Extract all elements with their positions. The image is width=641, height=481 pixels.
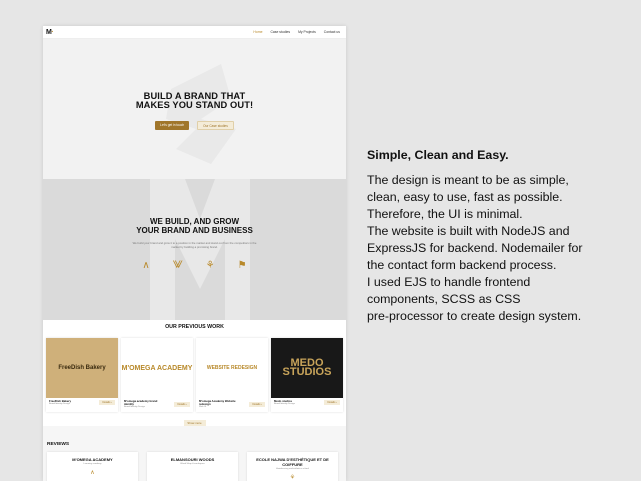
project-card[interactable]: M'OMEGA ACADEMY M'omega academy brand id…	[121, 338, 193, 412]
card-sub: Brand Identity Design	[49, 402, 70, 405]
reviews-title: REVIEWS	[47, 442, 70, 447]
card-sub: Web UI	[199, 405, 207, 408]
logo-accent: ·	[51, 28, 54, 36]
nav-my-projects[interactable]: My Projects	[298, 30, 316, 34]
review-card[interactable]: ECOLE NAJWA D'ESTHÉTIQUE ET DE COIFFURE …	[247, 452, 338, 481]
card-text: FreeDish Bakery Brand Identity Design	[49, 399, 93, 406]
web-icon: ⚘	[205, 260, 215, 271]
review-card[interactable]: M'OMEGA ACADEMY Learning academy ∧	[47, 452, 138, 481]
description-line: Therefore, the UI is minimal.	[367, 207, 523, 221]
project-thumbnail: MEDO STUDIOS	[271, 338, 343, 398]
reviews-section: REVIEWS M'OMEGA ACADEMY Learning academy…	[43, 426, 346, 481]
hero-section: BUILD A BRAND THAT MAKES YOU STAND OUT! …	[43, 39, 346, 179]
build-title: WE BUILD, AND GROW YOUR BRAND AND BUSINE…	[136, 217, 253, 235]
details-button[interactable]: Details ›	[324, 400, 340, 406]
review-sub: Learning academy	[83, 463, 102, 465]
nav-home[interactable]: Home	[253, 30, 262, 34]
project-thumbnail: WEBSITE REDESIGN	[196, 338, 268, 398]
details-button[interactable]: Details ›	[99, 400, 115, 406]
services-icons: ∧ ⨈ ⚘ ⚑	[142, 261, 246, 271]
card-text: M'omega academy brand identity Brand Iden…	[124, 399, 168, 409]
description-line: components, SCSS as CSS	[367, 292, 521, 306]
logo-icon: ⨈	[172, 260, 183, 271]
case-studies-button[interactable]: Our Case studies	[197, 121, 234, 130]
review-sub: Hairdressing and esthetics school	[276, 468, 309, 470]
description-line: clean, easy to use, fast as possible.	[367, 190, 563, 204]
hero-buttons: Let's get in touch Our Case studies	[155, 121, 234, 130]
review-sub: Wood Shop & workspace	[180, 463, 205, 465]
project-card[interactable]: MEDO STUDIOS Medo studios Brand Identity …	[271, 338, 343, 412]
description-line: The design is meant to be as simple,	[367, 173, 569, 187]
card-sub: Brand Identity Design	[124, 405, 145, 408]
review-logo-icon: ⚘	[289, 475, 296, 481]
card-sub: Brand Identity Design	[274, 402, 295, 405]
details-button[interactable]: Details ›	[249, 401, 265, 407]
project-description: Simple, Clean and Easy. The design is me…	[367, 148, 627, 325]
card-text: Medo studios Brand Identity Design	[274, 399, 318, 406]
site-logo[interactable]: M·	[46, 28, 54, 36]
marketing-icon: ⚑	[237, 260, 247, 271]
description-line: pre-processor to create design system.	[367, 309, 582, 323]
review-logo-icon: ∧	[90, 470, 95, 476]
review-cards: M'OMEGA ACADEMY Learning academy ∧ ELMAN…	[47, 452, 343, 481]
description-line: the contact form backend process.	[367, 258, 557, 272]
details-button[interactable]: Details ›	[174, 401, 190, 407]
project-card[interactable]: FreeDish Bakery FreeDish Bakery Brand Ide…	[46, 338, 118, 412]
project-card[interactable]: WEBSITE REDESIGN M'omega Academy Website…	[196, 338, 268, 412]
review-name: M'OMEGA ACADEMY	[72, 457, 113, 462]
card-footer: Medo studios Brand Identity Design Detail…	[271, 398, 343, 407]
build-watermark-logo	[150, 179, 250, 320]
description-title: Simple, Clean and Easy.	[367, 148, 509, 162]
project-thumbnail: M'OMEGA ACADEMY	[121, 338, 193, 398]
card-text: M'omega Academy Website redesign Web UI	[199, 399, 243, 409]
site-navbar: M· Home Case studies My Projects Contact…	[43, 26, 346, 39]
review-card[interactable]: ELMANSOURI WOODS Wood Shop & workspace	[147, 452, 238, 481]
nav-contact[interactable]: Contact us	[324, 30, 340, 34]
nav-case-studies[interactable]: Case studies	[270, 30, 290, 34]
brand-icon: ∧	[142, 260, 150, 271]
website-mockup: M· Home Case studies My Projects Contact…	[43, 26, 346, 481]
work-section: OUR PREVIOUS WORK FreeDish Bakery FreeDi…	[43, 320, 346, 426]
project-cards: FreeDish Bakery FreeDish Bakery Brand Ide…	[43, 330, 346, 412]
nav-menu: Home Case studies My Projects Contact us	[253, 30, 340, 34]
review-name: ELMANSOURI WOODS	[170, 457, 215, 462]
review-name: ECOLE NAJWA D'ESTHÉTIQUE ET DE COIFFURE	[256, 457, 329, 467]
description-line: The website is built with NodeJS and	[367, 224, 570, 238]
get-in-touch-button[interactable]: Let's get in touch	[155, 121, 190, 130]
description-line: I used EJS to handle frontend	[367, 275, 531, 289]
description-line: ExpressJS for backend. Nodemailer for	[367, 241, 583, 255]
card-footer: M'omega academy brand identity Brand Iden…	[121, 398, 193, 410]
build-section: WE BUILD, AND GROW YOUR BRAND AND BUSINE…	[43, 179, 346, 320]
card-footer: M'omega Academy Website redesign Web UI D…	[196, 398, 268, 410]
card-footer: FreeDish Bakery Brand Identity Design Det…	[46, 398, 118, 407]
hero-title: BUILD A BRAND THAT MAKES YOU STAND OUT!	[135, 91, 254, 110]
project-thumbnail: FreeDish Bakery	[46, 338, 118, 398]
build-text: We build your brand and grow it to a pos…	[132, 241, 257, 249]
hero-watermark-logo	[166, 64, 236, 164]
